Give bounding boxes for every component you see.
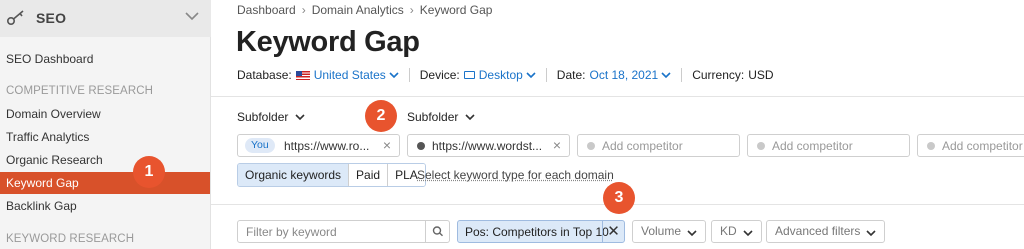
seo-key-icon xyxy=(6,10,24,26)
remove-filter-icon[interactable]: ✕ xyxy=(602,221,624,242)
chevron-down-icon[interactable] xyxy=(184,8,200,24)
volume-dropdown[interactable]: Volume xyxy=(632,220,707,243)
subfolder-select-1[interactable]: Subfolder xyxy=(237,110,305,124)
competitor-value: https://www.wordst... xyxy=(432,139,543,153)
search-icon xyxy=(432,226,443,237)
competitor-field-1[interactable]: https://www.wordst... × xyxy=(407,134,570,157)
us-flag-icon xyxy=(295,70,310,80)
breadcrumb-keyword-gap: Keyword Gap xyxy=(419,3,493,17)
breadcrumb-separator-icon: › xyxy=(301,3,306,17)
chevron-down-icon xyxy=(687,230,697,237)
chevron-down-icon xyxy=(295,114,305,121)
device-label: Device: xyxy=(419,68,460,82)
filter-placeholder: Filter by keyword xyxy=(246,225,337,239)
database-select[interactable]: United States xyxy=(314,68,386,82)
chevron-down-icon[interactable] xyxy=(526,71,536,79)
currency-value: USD xyxy=(748,68,774,82)
page-title: Keyword Gap xyxy=(236,26,420,58)
chevron-down-icon[interactable] xyxy=(661,71,671,79)
sidebar-item-traffic-analytics[interactable]: Traffic Analytics xyxy=(0,126,210,148)
competitor-field-2[interactable]: Add competitor xyxy=(577,134,740,157)
database-label: Database: xyxy=(237,68,292,82)
you-badge: You xyxy=(245,138,275,153)
subfolder-label: Subfolder xyxy=(237,110,289,124)
annotation-badge-1: 1 xyxy=(133,156,165,188)
sidebar-item-keyword-gap[interactable]: Keyword Gap xyxy=(0,172,210,194)
sidebar-header[interactable]: SEO xyxy=(0,0,211,37)
organic-keywords-button[interactable]: Organic keywords xyxy=(238,164,350,186)
search-button[interactable] xyxy=(425,221,449,242)
position-filter-chip[interactable]: Pos: Competitors in Top 10 ✕ xyxy=(457,220,625,243)
add-competitor-placeholder: Add competitor xyxy=(602,139,683,153)
keyword-type-selector: Organic keywords Paid PLA xyxy=(237,163,426,187)
breadcrumb-domain-analytics[interactable]: Domain Analytics xyxy=(312,3,404,17)
clear-icon[interactable]: × xyxy=(553,137,561,153)
currency-label: Currency: xyxy=(692,68,745,82)
competitor-dot-icon xyxy=(417,142,425,150)
sidebar-section-competitive-research: COMPETITIVE RESEARCH xyxy=(6,85,154,97)
chevron-down-icon xyxy=(866,230,876,237)
advanced-filters-dropdown[interactable]: Advanced filters xyxy=(766,220,886,243)
clear-icon[interactable]: × xyxy=(383,137,391,153)
sidebar-title: SEO xyxy=(36,10,67,26)
chevron-down-icon xyxy=(465,114,475,121)
breadcrumb-dashboard[interactable]: Dashboard xyxy=(237,3,296,17)
subfolder-label: Subfolder xyxy=(407,110,459,124)
competitor-field-4[interactable]: Add competitor xyxy=(917,134,1024,157)
breadcrumb-separator-icon: › xyxy=(409,3,414,17)
competitor-field-3[interactable]: Add competitor xyxy=(747,134,910,157)
breadcrumb: Dashboard › Domain Analytics › Keyword Gap xyxy=(237,3,492,17)
sidebar: SEO SEO Dashboard COMPETITIVE RESEARCH D… xyxy=(0,0,211,249)
filter-by-keyword-input[interactable]: Filter by keyword xyxy=(237,220,450,243)
date-label: Date: xyxy=(556,68,586,82)
volume-label: Volume xyxy=(641,224,682,238)
divider xyxy=(211,96,1024,97)
sidebar-item-backlink-gap[interactable]: Backlink Gap xyxy=(0,195,210,217)
annotation-badge-3: 3 xyxy=(603,182,635,214)
advanced-filters-label: Advanced filters xyxy=(775,224,861,238)
your-domain-field[interactable]: You https://www.ro... × xyxy=(237,134,400,157)
sidebar-item-seo-dashboard[interactable]: SEO Dashboard xyxy=(0,48,210,70)
keyword-type-hint-link[interactable]: Select keyword type for each domain xyxy=(417,168,614,182)
competitor-dot-icon xyxy=(587,142,595,150)
paid-button[interactable]: Paid xyxy=(349,164,389,186)
report-meta: Database: United States Device: Desktop … xyxy=(237,68,774,82)
kd-dropdown[interactable]: KD xyxy=(711,220,762,243)
your-domain-value: https://www.ro... xyxy=(284,139,370,153)
date-select[interactable]: Oct 18, 2021 xyxy=(589,68,658,82)
add-competitor-placeholder: Add competitor xyxy=(942,139,1023,153)
divider xyxy=(681,68,683,82)
sidebar-item-organic-research[interactable]: Organic Research xyxy=(0,149,210,171)
kd-label: KD xyxy=(720,224,737,238)
sidebar-section-keyword-research: KEYWORD RESEARCH xyxy=(6,233,135,245)
divider xyxy=(408,68,410,82)
annotation-badge-2: 2 xyxy=(365,100,397,132)
device-select[interactable]: Desktop xyxy=(479,68,523,82)
position-filter-label: Pos: Competitors in Top 10 xyxy=(465,225,609,239)
sidebar-item-domain-overview[interactable]: Domain Overview xyxy=(0,103,210,125)
chevron-down-icon[interactable] xyxy=(389,71,399,79)
competitor-dot-icon xyxy=(757,142,765,150)
chevron-down-icon xyxy=(743,230,753,237)
subfolder-select-2[interactable]: Subfolder xyxy=(407,110,475,124)
add-competitor-placeholder: Add competitor xyxy=(772,139,853,153)
desktop-icon xyxy=(463,71,475,79)
divider xyxy=(545,68,547,82)
competitor-dot-icon xyxy=(927,142,935,150)
